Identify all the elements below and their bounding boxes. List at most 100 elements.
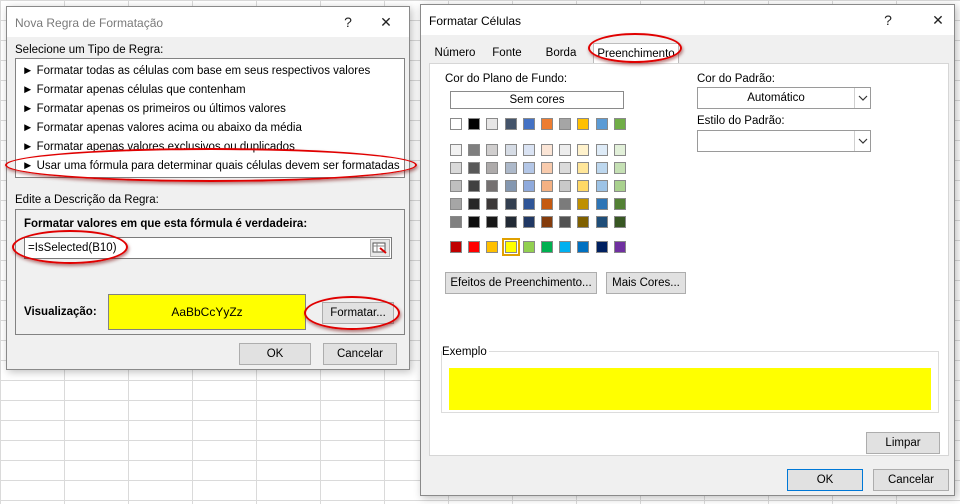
standard-color-swatch[interactable] xyxy=(502,238,520,256)
theme-tint-swatch[interactable] xyxy=(577,162,589,174)
theme-tint-swatch[interactable] xyxy=(596,216,608,228)
theme-tint-swatch[interactable] xyxy=(523,198,535,210)
standard-color-swatch[interactable] xyxy=(450,241,462,253)
theme-tint-swatch[interactable] xyxy=(505,216,517,228)
theme-tint-swatch[interactable] xyxy=(577,144,589,156)
standard-color-swatch[interactable] xyxy=(523,241,535,253)
pattern-color-select[interactable]: Automático xyxy=(697,87,871,109)
theme-tint-swatch[interactable] xyxy=(559,180,571,192)
theme-tint-swatch[interactable] xyxy=(523,216,535,228)
new-rule-cancel-button[interactable]: Cancelar xyxy=(323,343,397,365)
new-rule-ok-button[interactable]: OK xyxy=(239,343,311,365)
theme-tint-swatch[interactable] xyxy=(505,144,517,156)
range-picker-icon[interactable] xyxy=(370,239,390,257)
theme-tint-swatch[interactable] xyxy=(486,144,498,156)
theme-tint-swatch[interactable] xyxy=(559,198,571,210)
theme-tint-swatch[interactable] xyxy=(596,162,608,174)
rule-type-item-contain[interactable]: ► Formatar apenas células que contenham xyxy=(22,84,246,102)
theme-color-swatch[interactable] xyxy=(505,118,517,130)
theme-tint-swatch[interactable] xyxy=(450,144,462,156)
tab-font[interactable]: Fonte xyxy=(481,43,533,63)
theme-tint-swatch[interactable] xyxy=(614,180,626,192)
theme-tint-swatch[interactable] xyxy=(577,216,589,228)
theme-tint-swatch[interactable] xyxy=(523,162,535,174)
theme-tint-swatch[interactable] xyxy=(559,162,571,174)
theme-color-swatch[interactable] xyxy=(541,118,553,130)
standard-color-swatch[interactable] xyxy=(596,241,608,253)
theme-tint-swatch[interactable] xyxy=(541,216,553,228)
theme-tint-swatch[interactable] xyxy=(541,162,553,174)
no-color-button[interactable]: Sem cores xyxy=(450,91,624,109)
theme-tint-swatch[interactable] xyxy=(541,180,553,192)
theme-tint-swatch[interactable] xyxy=(468,180,480,192)
standard-color-swatch[interactable] xyxy=(614,241,626,253)
rule-type-item-formula[interactable]: ► Usar uma fórmula para determinar quais… xyxy=(22,160,400,178)
clear-button[interactable]: Limpar xyxy=(866,432,940,454)
chevron-down-icon[interactable] xyxy=(854,131,870,151)
theme-tint-swatch[interactable] xyxy=(577,198,589,210)
theme-tint-swatch[interactable] xyxy=(505,198,517,210)
theme-tint-swatch[interactable] xyxy=(614,198,626,210)
formula-input[interactable]: =IsSelected(B10) xyxy=(24,237,392,259)
theme-tint-swatch[interactable] xyxy=(486,216,498,228)
standard-color-swatch[interactable] xyxy=(541,241,553,253)
theme-tint-swatch[interactable] xyxy=(596,198,608,210)
format-cells-ok-button[interactable]: OK xyxy=(787,469,863,491)
standard-color-swatch[interactable] xyxy=(559,241,571,253)
theme-color-swatch[interactable] xyxy=(577,118,589,130)
help-icon[interactable]: ? xyxy=(337,12,359,32)
theme-tint-swatch[interactable] xyxy=(523,144,535,156)
theme-tint-swatch[interactable] xyxy=(559,144,571,156)
theme-color-swatch[interactable] xyxy=(486,118,498,130)
theme-tint-swatch[interactable] xyxy=(577,180,589,192)
format-cells-cancel-button[interactable]: Cancelar xyxy=(873,469,949,491)
theme-tint-swatch[interactable] xyxy=(614,162,626,174)
rule-type-item-top-bottom[interactable]: ► Formatar apenas os primeiros ou último… xyxy=(22,103,286,121)
pattern-style-select[interactable] xyxy=(697,130,871,152)
tab-number[interactable]: Número xyxy=(429,43,481,63)
more-colors-button[interactable]: Mais Cores... xyxy=(606,272,686,294)
pattern-color-value: Automático xyxy=(747,92,805,104)
rule-type-item-above-below-average[interactable]: ► Formatar apenas valores acima ou abaix… xyxy=(22,122,302,140)
theme-tint-swatch[interactable] xyxy=(596,180,608,192)
theme-color-swatch[interactable] xyxy=(468,118,480,130)
tab-fill[interactable]: Preenchimento xyxy=(593,43,679,64)
theme-tint-swatch[interactable] xyxy=(614,216,626,228)
rule-type-item-unique-duplicate[interactable]: ► Formatar apenas valores exclusivos ou … xyxy=(22,141,295,159)
theme-tint-swatch[interactable] xyxy=(505,180,517,192)
standard-color-swatch[interactable] xyxy=(577,241,589,253)
theme-tint-swatch[interactable] xyxy=(596,144,608,156)
theme-tint-swatch[interactable] xyxy=(468,198,480,210)
theme-tint-swatch[interactable] xyxy=(450,180,462,192)
theme-tint-swatch[interactable] xyxy=(450,216,462,228)
theme-tint-swatch[interactable] xyxy=(505,162,517,174)
theme-tint-swatch[interactable] xyxy=(450,162,462,174)
tab-border[interactable]: Borda xyxy=(533,43,589,63)
rule-type-item-all-cells[interactable]: ► Formatar todas as células com base em … xyxy=(22,65,370,83)
theme-color-swatch[interactable] xyxy=(614,118,626,130)
theme-tint-swatch[interactable] xyxy=(541,198,553,210)
theme-tint-swatch[interactable] xyxy=(486,198,498,210)
theme-tint-swatch[interactable] xyxy=(468,216,480,228)
theme-color-swatch[interactable] xyxy=(596,118,608,130)
theme-tint-swatch[interactable] xyxy=(559,216,571,228)
theme-tint-swatch[interactable] xyxy=(450,198,462,210)
standard-color-swatch[interactable] xyxy=(468,241,480,253)
theme-color-swatch[interactable] xyxy=(559,118,571,130)
theme-tint-swatch[interactable] xyxy=(468,162,480,174)
theme-tint-swatch[interactable] xyxy=(468,144,480,156)
theme-tint-swatch[interactable] xyxy=(486,162,498,174)
theme-tint-swatch[interactable] xyxy=(541,144,553,156)
help-icon[interactable]: ? xyxy=(877,10,899,30)
theme-tint-swatch[interactable] xyxy=(523,180,535,192)
fill-effects-button[interactable]: Efeitos de Preenchimento... xyxy=(445,272,597,294)
theme-color-swatch[interactable] xyxy=(450,118,462,130)
close-icon[interactable]: ✕ xyxy=(927,10,949,30)
format-button[interactable]: Formatar... xyxy=(322,302,394,324)
close-icon[interactable]: ✕ xyxy=(375,12,397,32)
theme-tint-swatch[interactable] xyxy=(486,180,498,192)
theme-tint-swatch[interactable] xyxy=(614,144,626,156)
theme-color-swatch[interactable] xyxy=(523,118,535,130)
standard-color-swatch[interactable] xyxy=(486,241,498,253)
chevron-down-icon[interactable] xyxy=(854,88,870,108)
